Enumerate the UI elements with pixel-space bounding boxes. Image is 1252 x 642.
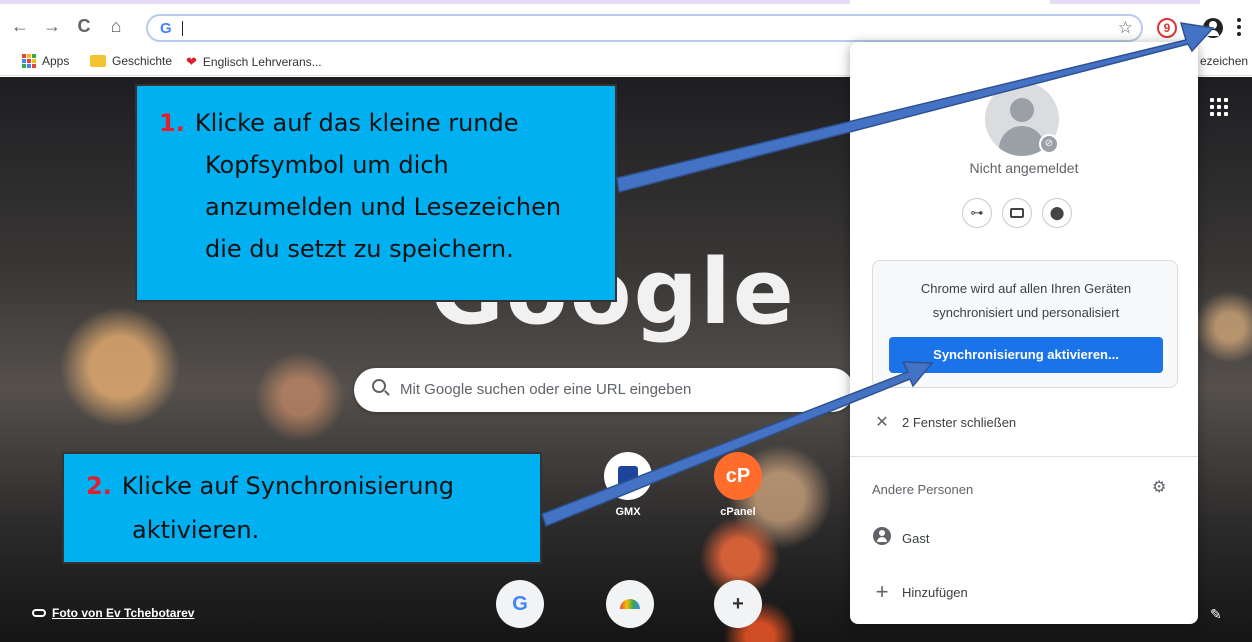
- note1-line: anzumelden und Lesezeichen: [205, 193, 562, 221]
- bookmark-englisch[interactable]: ❤ Englisch Lehrverans...: [186, 54, 322, 70]
- bookmark-apps[interactable]: Apps: [22, 54, 69, 68]
- instruction-note-1: 1. Klicke auf das kleine runde Kopfsymbol…: [135, 84, 617, 302]
- profile-avatar-button[interactable]: [1203, 18, 1223, 38]
- shortcut-rainbow[interactable]: [590, 580, 670, 634]
- note1-number: 1.: [159, 109, 185, 137]
- location-pin-icon[interactable]: ⬤: [1042, 198, 1072, 228]
- extension-icon[interactable]: 9: [1157, 18, 1177, 38]
- bookmark-overflow-label[interactable]: ezeichen: [1200, 54, 1248, 68]
- key-icon[interactable]: ⊶: [962, 198, 992, 228]
- quick-actions: ⊶ ⬤: [962, 198, 1072, 228]
- shortcut-google[interactable]: G: [480, 580, 560, 634]
- bookmark-englisch-label: Englisch Lehrverans...: [202, 55, 322, 69]
- back-icon[interactable]: ←: [8, 14, 32, 38]
- link-icon: [32, 609, 46, 617]
- home-icon[interactable]: ⌂: [104, 14, 128, 38]
- sync-description: Chrome wird auf allen Ihren Geräten sync…: [920, 281, 1132, 320]
- guest-profile-item[interactable]: Gast: [850, 518, 1198, 558]
- add-person-item[interactable]: + Hinzufügen: [850, 572, 1198, 612]
- pencil-icon[interactable]: ✎: [1210, 606, 1224, 622]
- bookmark-geschichte-label: Geschichte: [112, 54, 173, 68]
- guest-avatar-icon: [873, 526, 891, 545]
- add-icon: +: [875, 579, 889, 604]
- cpanel-icon: cP: [714, 452, 762, 500]
- address-bar[interactable]: G ☆: [146, 14, 1143, 42]
- rainbow-icon: [606, 580, 654, 628]
- note2-number: 2.: [86, 472, 112, 500]
- gear-icon[interactable]: ⚙: [1152, 480, 1168, 496]
- close-windows-item[interactable]: ✕ 2 Fenster schließen: [850, 402, 1198, 442]
- red-fav-icon: ❤: [186, 54, 197, 69]
- note2-line: aktivieren.: [132, 516, 260, 544]
- shortcut-gmx-label: GMX: [615, 506, 641, 518]
- profile-menu: ⊘ Nicht angemeldet ⊶ ⬤ Chrome wird auf a…: [850, 42, 1198, 624]
- sync-promo-card: Chrome wird auf allen Ihren Geräten sync…: [872, 260, 1178, 388]
- bookmark-apps-label: Apps: [42, 54, 70, 68]
- gmx-icon: [604, 452, 652, 500]
- text-caret: [182, 21, 183, 36]
- shortcut-gmx[interactable]: GMX: [588, 452, 668, 518]
- other-people-heading: Andere Personen: [872, 482, 974, 497]
- forward-icon[interactable]: →: [40, 14, 64, 38]
- sign-in-status: Nicht angemeldet: [969, 160, 1079, 176]
- photo-credit-link[interactable]: Foto von Ev Tchebotarev: [32, 606, 194, 620]
- shortcut-cpanel-label: cPanel: [720, 506, 756, 518]
- guest-label: Gast: [902, 530, 930, 546]
- ntp-search-box[interactable]: Mit Google suchen oder eine URL eingeben: [354, 368, 854, 412]
- enable-sync-button[interactable]: Synchronisierung aktivieren...: [889, 337, 1163, 373]
- google-shortcut-icon: G: [496, 580, 544, 628]
- photo-credit-label: Foto von Ev Tchebotarev: [52, 606, 195, 620]
- close-windows-label: 2 Fenster schließen: [902, 414, 1017, 430]
- add-person-label: Hinzufügen: [902, 584, 968, 600]
- instruction-note-2: 2. Klicke auf Synchronisierung aktivieren…: [62, 452, 542, 564]
- divider: [850, 456, 1198, 457]
- note1-line: die du setzt zu speichern.: [205, 235, 514, 263]
- plus-icon: +: [714, 580, 762, 628]
- search-placeholder: Mit Google suchen oder eine URL eingeben: [400, 381, 692, 398]
- chrome-menu-icon[interactable]: [1236, 16, 1242, 40]
- bookmark-geschichte[interactable]: Geschichte: [90, 54, 172, 68]
- payment-card-icon[interactable]: [1002, 198, 1032, 228]
- apps-grid-icon: [22, 54, 36, 68]
- note1-line: Klicke auf das kleine runde: [194, 109, 519, 137]
- bookmark-star-icon[interactable]: ☆: [1118, 18, 1133, 38]
- sync-paused-icon: ⊘: [1039, 134, 1059, 154]
- close-icon: ✕: [875, 414, 889, 431]
- note1-line: Kopfsymbol um dich: [205, 151, 449, 179]
- google-apps-icon[interactable]: [1210, 98, 1228, 116]
- google-g-icon: G: [160, 20, 172, 37]
- add-shortcut[interactable]: +: [698, 580, 778, 634]
- reload-icon[interactable]: C: [72, 14, 96, 38]
- note2-line: Klicke auf Synchronisierung: [121, 472, 454, 500]
- folder-icon: [90, 55, 106, 67]
- search-icon: [372, 379, 386, 393]
- shortcut-cpanel[interactable]: cP cPanel: [698, 452, 778, 518]
